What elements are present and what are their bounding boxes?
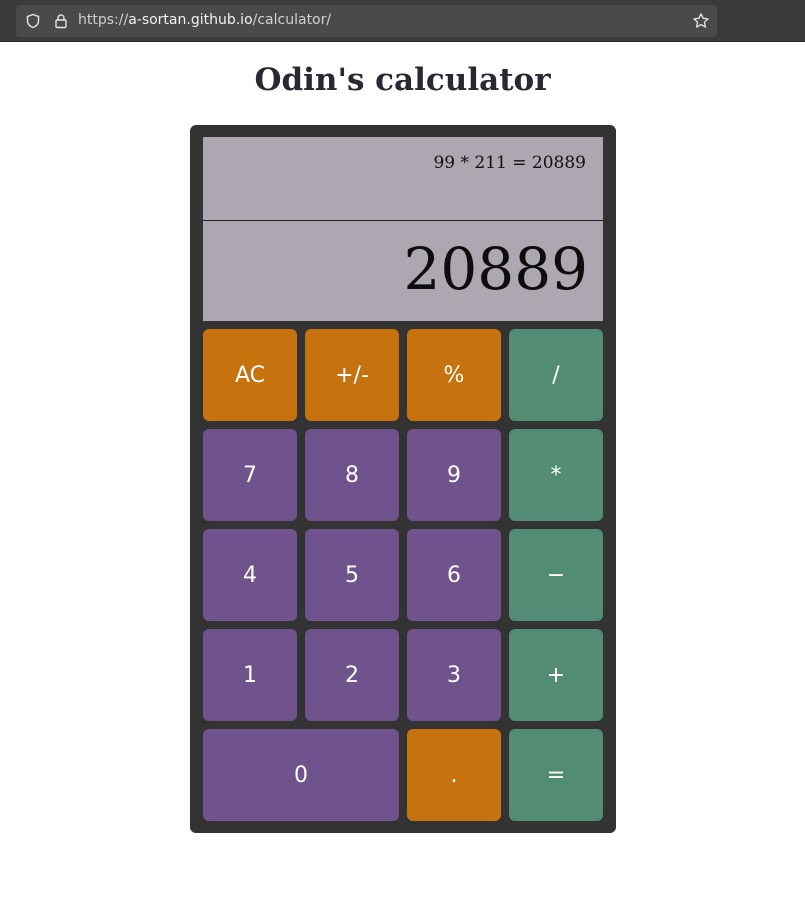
ac-button[interactable]: AC (203, 329, 297, 421)
multiply-button[interactable]: * (509, 429, 603, 521)
sign-toggle-button[interactable]: +/- (305, 329, 399, 421)
digit-7-button[interactable]: 7 (203, 429, 297, 521)
divide-button[interactable]: / (509, 329, 603, 421)
decimal-button[interactable]: . (407, 729, 501, 821)
digit-4-button[interactable]: 4 (203, 529, 297, 621)
lock-icon[interactable] (53, 13, 69, 29)
subtract-button[interactable]: − (509, 529, 603, 621)
url-text[interactable]: https://a-sortan.github.io/calculator/ (78, 12, 331, 28)
shield-icon[interactable] (25, 13, 41, 29)
equals-button[interactable]: = (509, 729, 603, 821)
digit-5-button[interactable]: 5 (305, 529, 399, 621)
add-button[interactable]: + (509, 629, 603, 721)
digit-8-button[interactable]: 8 (305, 429, 399, 521)
digit-1-button[interactable]: 1 (203, 629, 297, 721)
browser-toolbar: https://a-sortan.github.io/calculator/ (0, 0, 805, 42)
address-bar[interactable]: https://a-sortan.github.io/calculator/ (16, 5, 717, 37)
star-icon[interactable] (692, 12, 710, 30)
digit-0-button[interactable]: 0 (203, 729, 399, 821)
digit-3-button[interactable]: 3 (407, 629, 501, 721)
digit-2-button[interactable]: 2 (305, 629, 399, 721)
calculator-display: 99 * 211 = 20889 20889 (203, 137, 603, 321)
percent-button[interactable]: % (407, 329, 501, 421)
history-display: 99 * 211 = 20889 (203, 137, 603, 221)
page-title: Odin's calculator (254, 62, 551, 98)
url-scheme: https:// (78, 12, 129, 28)
url-host: a-sortan.github.io (128, 12, 253, 28)
url-path: /calculator/ (252, 12, 332, 28)
digit-9-button[interactable]: 9 (407, 429, 501, 521)
calculator: 99 * 211 = 20889 20889 AC +/- % / 7 8 9 … (190, 125, 616, 833)
digit-6-button[interactable]: 6 (407, 529, 501, 621)
current-display: 20889 (403, 235, 588, 303)
